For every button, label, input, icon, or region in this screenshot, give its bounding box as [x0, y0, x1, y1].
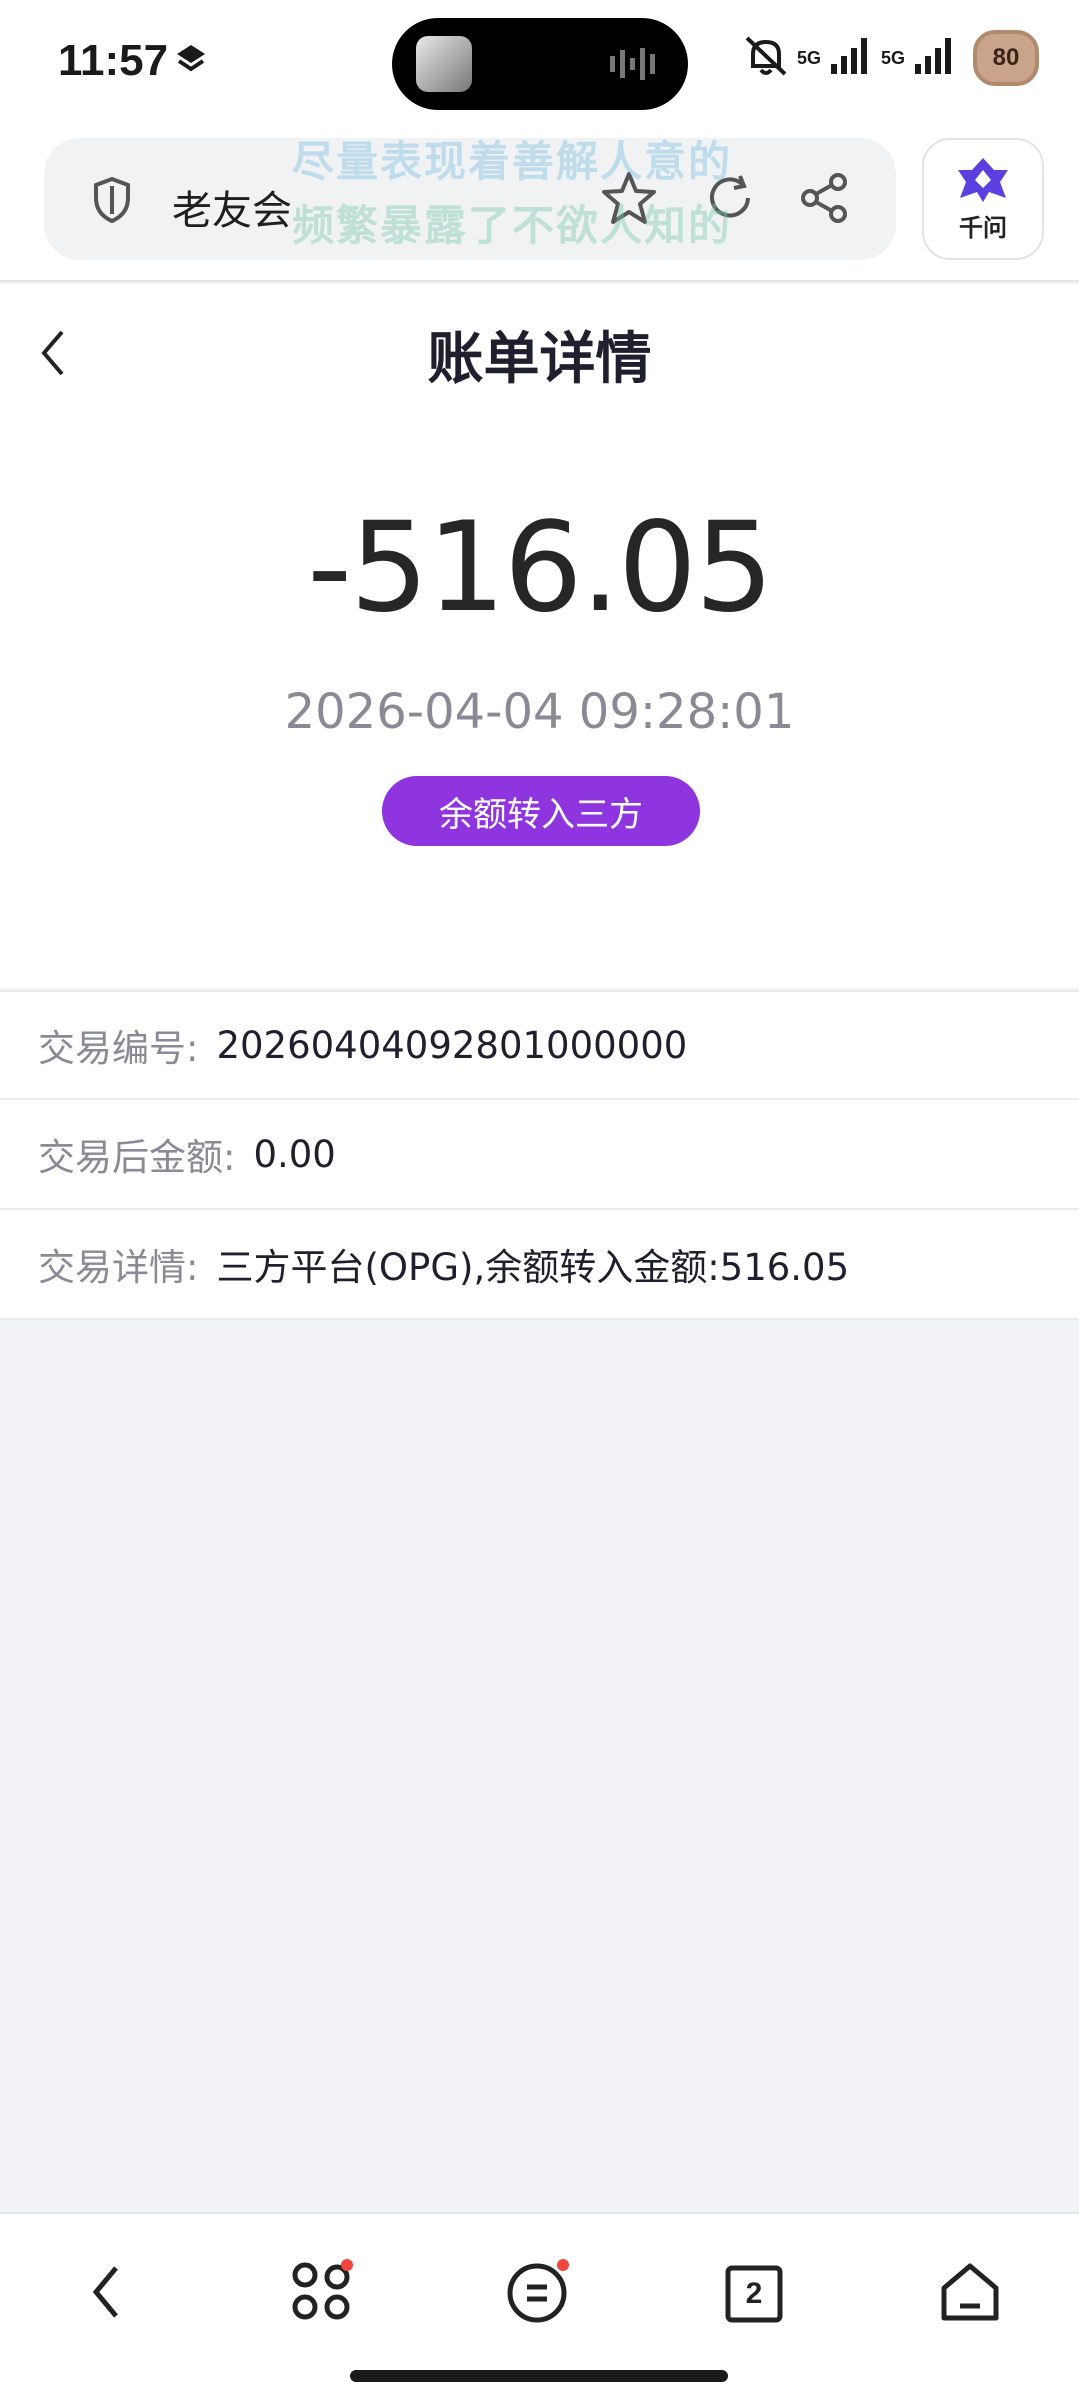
- detail-value: 三方平台(OPG),余额转入金额:516.05: [216, 1246, 850, 1289]
- nav-home-button[interactable]: [930, 2254, 1010, 2334]
- transaction-type-badge: 余额转入三方: [382, 776, 700, 846]
- back-icon: [86, 2262, 126, 2326]
- browser-bottom-nav: 2: [0, 2212, 1079, 2400]
- page-header: 账单详情: [0, 284, 1079, 414]
- star-icon[interactable]: [600, 170, 658, 230]
- tabs-icon: 2: [724, 2264, 784, 2324]
- detail-label: 交易编号:: [38, 1027, 199, 1070]
- network-label-1: 5G: [796, 47, 821, 68]
- browser-bar: 老友会 千问: [0, 130, 1079, 282]
- detail-row-description: 交易详情: 三方平台(OPG),余额转入金额:516.05: [0, 1210, 1079, 1320]
- transaction-amount: -516.05: [307, 496, 774, 640]
- refresh-icon[interactable]: [704, 172, 756, 228]
- album-art-icon: [416, 36, 472, 92]
- detail-row-transaction-id: 交易编号: 20260404092801000000: [0, 990, 1079, 1100]
- mute-bell-icon: [743, 34, 789, 82]
- apps-icon: [289, 2259, 355, 2329]
- detail-value: 20260404092801000000: [216, 1023, 688, 1067]
- transaction-datetime: 2026-04-04 09:28:01: [284, 684, 795, 740]
- battery-indicator: 80: [973, 30, 1039, 86]
- network-label-2: 5G: [880, 47, 905, 68]
- layers-icon: [174, 42, 208, 80]
- share-icon[interactable]: [798, 172, 850, 228]
- signal-icon: [913, 36, 957, 80]
- shield-icon[interactable]: [92, 176, 132, 228]
- qianwen-label: 千问: [959, 213, 1007, 242]
- detail-row-balance-after: 交易后金额: 0.00: [0, 1100, 1079, 1210]
- detail-label: 交易详情:: [38, 1246, 199, 1289]
- nav-tabs-button[interactable]: 2: [714, 2254, 794, 2334]
- page-title: 账单详情: [427, 327, 652, 392]
- site-name[interactable]: 老友会: [172, 178, 292, 236]
- menu-icon: [505, 2259, 571, 2329]
- home-indicator[interactable]: [350, 2370, 728, 2382]
- transaction-details: 交易编号: 20260404092801000000 交易后金额: 0.00 交…: [0, 990, 1079, 1320]
- nav-apps-button[interactable]: [282, 2254, 362, 2334]
- detail-label: 交易后金额:: [38, 1136, 236, 1179]
- qianwen-assistant-button[interactable]: 千问: [922, 138, 1044, 260]
- status-icons: 5G 5G 80: [743, 30, 1039, 86]
- status-bar: 11:57 5G 5G 80: [0, 0, 1079, 130]
- nav-back-button[interactable]: [66, 2254, 146, 2334]
- signal-icon: [829, 36, 873, 80]
- audio-wave-icon: [608, 46, 664, 86]
- nav-menu-button[interactable]: [498, 2254, 578, 2334]
- detail-value: 0.00: [253, 1132, 336, 1176]
- status-time: 11:57: [58, 36, 169, 85]
- tab-count: 2: [745, 2277, 763, 2310]
- bill-summary: -516.05 2026-04-04 09:28:01 余额转入三方: [0, 414, 1079, 988]
- home-icon: [938, 2262, 1002, 2326]
- qianwen-logo-icon: [956, 156, 1010, 206]
- address-bar[interactable]: 老友会: [44, 138, 896, 260]
- dynamic-island[interactable]: [392, 18, 688, 110]
